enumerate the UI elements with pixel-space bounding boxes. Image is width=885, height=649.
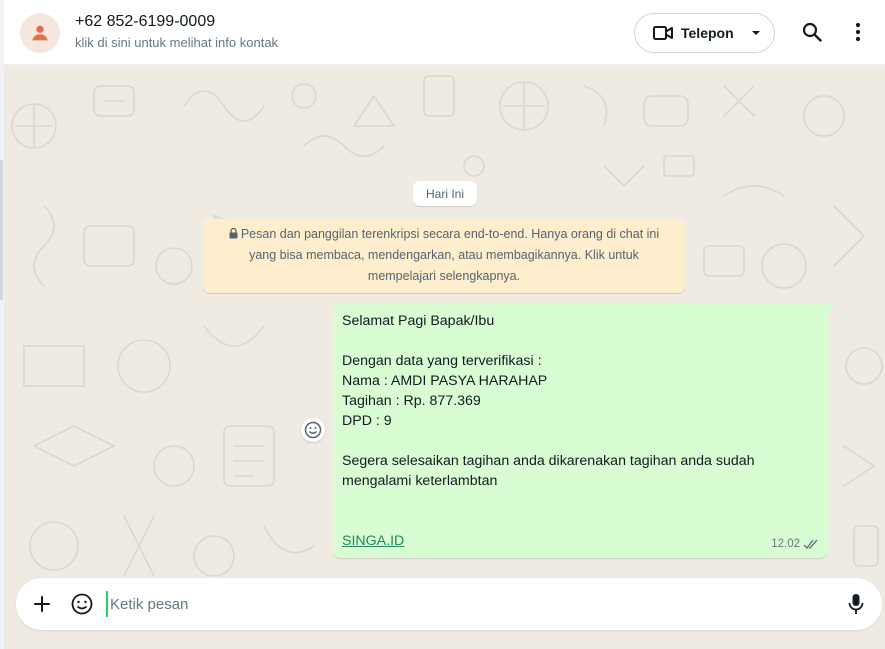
- contact-name: +62 852-6199-0009: [75, 13, 216, 30]
- video-icon: [653, 26, 673, 40]
- message-line: mengalami keterlambtan: [342, 473, 498, 489]
- smiley-icon: [304, 421, 322, 439]
- avatar-icon: [32, 25, 48, 41]
- message-line: [342, 431, 818, 451]
- message-line: Dengan data yang terverifikasi :: [342, 353, 542, 369]
- message-line: Selamat Pagi Bapak/Ibu: [342, 313, 495, 329]
- message-meta: 12.02: [771, 534, 819, 554]
- double-check-icon: [803, 539, 818, 549]
- message-input[interactable]: [106, 591, 826, 617]
- chat-area[interactable]: Hari Ini Pesan dan panggilan terenkripsi…: [4, 66, 885, 649]
- message-line: Segera selesaikan tagihan anda dikarenak…: [342, 453, 755, 469]
- plus-icon[interactable]: [30, 592, 54, 616]
- contact-info[interactable]: +62 852-6199-0009 klik di sini untuk mel…: [75, 12, 278, 52]
- call-label: Telepon: [681, 25, 734, 41]
- bubble-tail: [827, 304, 835, 317]
- message-line: [342, 491, 818, 511]
- lock-icon: [229, 228, 238, 239]
- microphone-icon[interactable]: [844, 592, 868, 616]
- menu-icon[interactable]: [846, 20, 870, 44]
- encryption-notice-text: Pesan dan panggilan terenkripsi secara e…: [240, 227, 660, 283]
- call-button[interactable]: Telepon: [634, 13, 775, 53]
- message-line: Tagihan : Rp. 877.369: [342, 393, 481, 409]
- message-line: Nama : AMDI PASYA HARAHAP: [342, 373, 548, 389]
- outgoing-message[interactable]: Selamat Pagi Bapak/Ibu Dengan data yang …: [333, 304, 835, 558]
- message-line: [342, 331, 818, 351]
- message-line: DPD : 9: [342, 413, 392, 429]
- message-link[interactable]: SINGA.ID: [342, 533, 404, 549]
- message-line: [342, 511, 818, 531]
- message-composer[interactable]: [16, 578, 882, 630]
- search-icon[interactable]: [800, 20, 824, 44]
- emoji-reaction-button[interactable]: [301, 418, 325, 442]
- message-time: 12.02: [771, 538, 800, 550]
- contact-subtitle: klik di sini untuk melihat info kontak: [75, 35, 279, 50]
- avatar[interactable]: [20, 13, 60, 53]
- sticker-icon[interactable]: [70, 592, 94, 616]
- window-edge: [0, 160, 3, 300]
- date-chip: Hari Ini: [413, 181, 477, 206]
- chat-header[interactable]: +62 852-6199-0009 klik di sini untuk mel…: [4, 0, 885, 65]
- encryption-notice[interactable]: Pesan dan panggilan terenkripsi secara e…: [203, 219, 685, 293]
- dropdown-icon[interactable]: [746, 23, 766, 43]
